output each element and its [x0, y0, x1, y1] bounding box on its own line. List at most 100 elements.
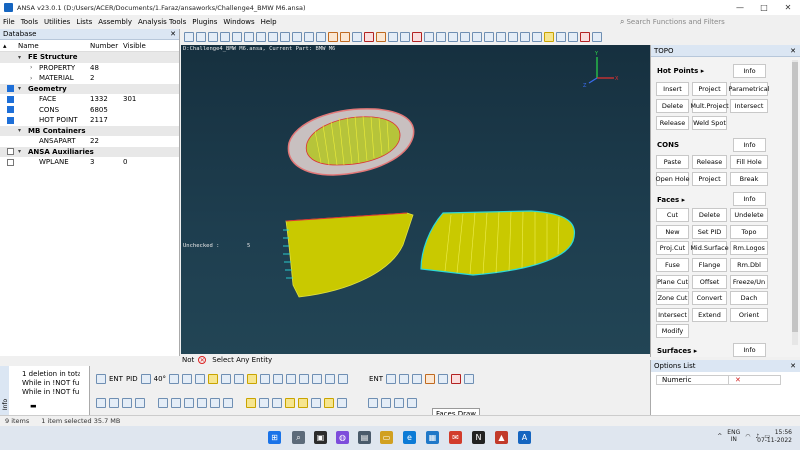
remove-icon[interactable]: [247, 374, 258, 384]
display-4-icon[interactable]: [135, 398, 145, 408]
focus-icon[interactable]: [338, 374, 349, 384]
menu-assembly[interactable]: Assembly: [95, 18, 135, 26]
invert-icon[interactable]: [286, 374, 297, 384]
db-row-face[interactable]: FACE 1332 301: [0, 94, 179, 105]
edge-icon[interactable]: e: [403, 431, 416, 444]
maximize-button[interactable]: □: [752, 3, 776, 12]
fill-hole-button[interactable]: Fill Hole: [730, 155, 768, 169]
list-icon[interactable]: [280, 32, 290, 42]
add-icon[interactable]: [234, 374, 245, 384]
delete-button[interactable]: Delete: [656, 99, 689, 113]
menu-analysis-tools[interactable]: Analysis Tools: [135, 18, 189, 26]
db-row-mb-containers[interactable]: ▾ MB Containers: [0, 125, 179, 136]
release-button[interactable]: Release: [656, 116, 689, 130]
menu-file[interactable]: File: [0, 18, 18, 26]
notion-icon[interactable]: N: [472, 431, 485, 444]
start-icon[interactable]: ⊞: [268, 431, 281, 444]
intersect-button[interactable]: Intersect: [730, 99, 768, 113]
clock[interactable]: 15:56 07-11-2022: [757, 429, 792, 445]
checkbox[interactable]: [7, 106, 14, 114]
circle-draw-icon[interactable]: [394, 398, 404, 408]
app-icon[interactable]: ▲: [495, 431, 508, 444]
menu-plugins[interactable]: Plugins: [189, 18, 220, 26]
chat-icon[interactable]: ◍: [336, 431, 349, 444]
extend-button[interactable]: Extend: [692, 308, 727, 322]
collapse-icon[interactable]: ▾: [18, 148, 21, 155]
pid-label[interactable]: PID: [126, 375, 138, 383]
expand-icon[interactable]: ›: [30, 64, 32, 71]
close-icon[interactable]: ✕: [170, 30, 176, 38]
curve-icon[interactable]: [368, 398, 378, 408]
new-button[interactable]: New: [656, 225, 689, 239]
display-1-icon[interactable]: [96, 398, 106, 408]
select-box-icon[interactable]: [96, 374, 106, 384]
tray-chevron-icon[interactable]: ^: [717, 433, 722, 440]
topo-scrollbar[interactable]: [792, 60, 798, 345]
checkbox[interactable]: [7, 95, 14, 103]
graphics-viewport[interactable]: D:Challenge4_BMW M6.ansa, Current Part: …: [181, 45, 650, 354]
wifi-icon[interactable]: ◠: [745, 433, 750, 440]
section-faces[interactable]: Faces ▸: [657, 196, 685, 204]
lines-icon[interactable]: [337, 398, 347, 408]
right-panel-part[interactable]: [420, 210, 575, 276]
all-icon[interactable]: [299, 374, 310, 384]
plane-icon[interactable]: [381, 398, 391, 408]
ent-label-2[interactable]: ENT: [369, 375, 383, 383]
cross-icon[interactable]: [197, 398, 207, 408]
rotate-icon[interactable]: [232, 32, 242, 42]
faces-delete-button[interactable]: Delete: [692, 208, 727, 222]
section-surfaces[interactable]: Surfaces ▸: [657, 347, 697, 355]
hatch-icon[interactable]: [259, 398, 269, 408]
cube-color-icon[interactable]: [437, 374, 448, 384]
open-hole-button[interactable]: Open Hole: [655, 172, 690, 186]
collapse-icon[interactable]: ▾: [18, 54, 21, 61]
face-fill-2-icon[interactable]: [298, 398, 308, 408]
parametrical-button[interactable]: Parametrical: [729, 82, 770, 96]
circle-select-icon[interactable]: [195, 374, 206, 384]
nastran-icon[interactable]: [580, 32, 590, 42]
dach-button[interactable]: Dach: [730, 291, 768, 305]
file-explorer-icon[interactable]: ▭: [380, 431, 393, 444]
mult-project-button[interactable]: Mult.Project: [690, 99, 729, 113]
perimeter-icon[interactable]: [311, 398, 321, 408]
project-button[interactable]: Project: [692, 82, 727, 96]
section-cons[interactable]: CONS: [657, 141, 679, 149]
db-row-ansa-auxiliaries[interactable]: ▾ ANSA Auxiliaries: [0, 146, 179, 157]
faces-draw-icon[interactable]: [246, 398, 256, 408]
window-icon[interactable]: [508, 32, 518, 42]
undo-icon[interactable]: [328, 32, 338, 42]
checkbox[interactable]: [7, 158, 14, 166]
element-icon[interactable]: [411, 374, 422, 384]
lock-icon[interactable]: [312, 374, 323, 384]
cube-red-icon[interactable]: [450, 374, 461, 384]
face-fill-icon[interactable]: [285, 398, 295, 408]
ansa-taskbar-icon[interactable]: A: [518, 431, 531, 444]
pen-icon[interactable]: [221, 374, 232, 384]
grid-view-icon[interactable]: [196, 32, 206, 42]
polygon-select-icon[interactable]: [182, 374, 193, 384]
redo-icon[interactable]: [340, 32, 350, 42]
not-toggle[interactable]: Not: [182, 356, 194, 364]
checkbox[interactable]: [7, 85, 14, 93]
plane-cut-button[interactable]: Plane Cut: [656, 275, 689, 289]
mail-icon[interactable]: ✉: [449, 431, 462, 444]
store-icon[interactable]: ▦: [426, 431, 439, 444]
column-name[interactable]: Name: [18, 42, 39, 50]
db-row-cons[interactable]: CONS 6805: [0, 105, 179, 116]
equal-icon[interactable]: [260, 374, 271, 384]
mark-icon[interactable]: [412, 32, 422, 42]
trash-icon[interactable]: [376, 32, 386, 42]
cons-info-button[interactable]: Info: [733, 138, 766, 152]
not-close-icon[interactable]: ✕: [198, 356, 207, 364]
hot-points-info-button[interactable]: Info: [733, 64, 766, 78]
measure-icon[interactable]: [352, 32, 362, 42]
mesh-icon[interactable]: [436, 32, 446, 42]
mesh-view-icon[interactable]: [171, 398, 181, 408]
copy-icon[interactable]: [388, 32, 398, 42]
upper-shell-part[interactable]: [287, 108, 415, 176]
pick-icon[interactable]: [140, 374, 151, 384]
wireframe-icon[interactable]: [220, 32, 230, 42]
face-fill-3-icon[interactable]: [324, 398, 334, 408]
weld-spot-button[interactable]: Weld Spot: [692, 116, 727, 130]
flange-button[interactable]: Flange: [692, 258, 727, 272]
